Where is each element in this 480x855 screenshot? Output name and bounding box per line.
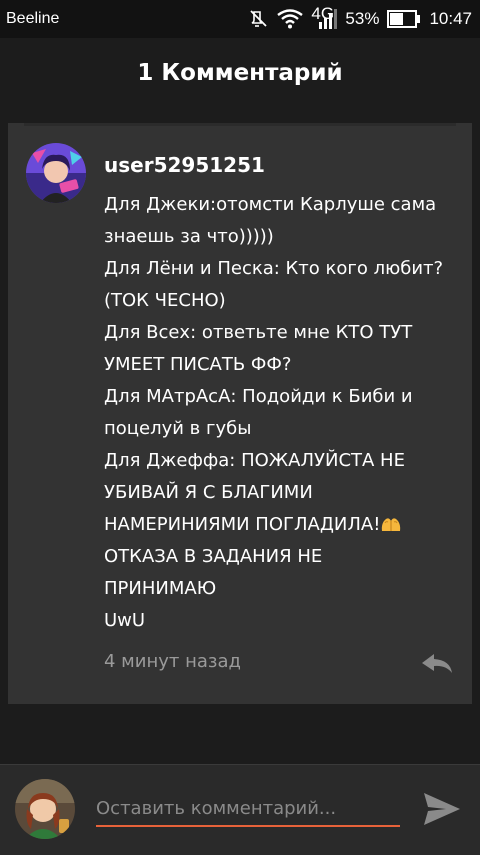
- my-avatar-image: [15, 779, 75, 839]
- user-avatar-image: [26, 143, 86, 203]
- pleading-hands-icon: [382, 518, 401, 531]
- page-title: 1 Комментарий: [137, 60, 343, 86]
- comment-compose-bar: [0, 764, 480, 855]
- comment-line: Для Всех: ответьте мне КТО ТУТ: [104, 322, 413, 343]
- comment-input[interactable]: [96, 791, 400, 827]
- carrier-name: Beeline: [6, 10, 60, 27]
- comment-line: знаешь за что))))): [104, 226, 274, 247]
- my-avatar[interactable]: [15, 779, 75, 839]
- battery-icon: [387, 10, 421, 28]
- clock: 10:47: [429, 9, 472, 28]
- comment-line: УБИВАЙ Я С БЛАГИМИ: [104, 482, 313, 503]
- comment-line: Для МАтрАсА: Подойди к Биби и: [104, 386, 413, 407]
- comment-timestamp: 4 минут назад: [104, 651, 241, 672]
- mute-icon: [250, 10, 268, 27]
- comment-line: УМЕЕТ ПИСАТЬ ФФ?: [104, 354, 292, 375]
- comment-line: Для Джеффа: ПОЖАЛУЙСТА НЕ: [104, 450, 405, 471]
- avatar[interactable]: [26, 143, 86, 203]
- comment-line-text: НАМЕРИНИЯМИ ПОГЛАДИЛА!: [104, 514, 381, 535]
- network-indicator: 4G: [311, 4, 338, 30]
- comment-line: ПРИНИМАЮ: [104, 578, 217, 599]
- comment-line: (ТОК ЧЕСНО): [104, 290, 226, 311]
- status-bar: Beeline 4G 53% 10:47: [0, 0, 480, 38]
- header: 1 Комментарий: [0, 38, 480, 108]
- status-icons: 4G 53% 10:47: [249, 4, 472, 30]
- comment-line: поцелуй в губы: [104, 418, 252, 439]
- comment-username[interactable]: user52951251: [104, 153, 265, 177]
- comment-card: user52951251 Для Джеки:отомсти Карлуше с…: [8, 123, 472, 704]
- reply-icon[interactable]: [420, 651, 454, 675]
- comment-line: UwU: [104, 610, 146, 631]
- wifi-icon: [277, 9, 304, 29]
- comment-line-with-emoji: НАМЕРИНИЯМИ ПОГЛАДИЛА!: [104, 509, 464, 541]
- battery-percent: 53%: [345, 9, 380, 28]
- comment-line: Для Лёни и Песка: Кто кого любит?: [104, 258, 444, 279]
- signal-icon: [319, 9, 338, 29]
- send-button[interactable]: [420, 787, 464, 831]
- comment-line: Для Джеки:отомсти Карлуше сама: [104, 194, 437, 215]
- comment-text: Для Джеки:отомсти Карлуше сама знаешь за…: [104, 189, 464, 637]
- card-divider: [24, 123, 456, 126]
- send-icon: [424, 793, 460, 825]
- comment-line: ОТКАЗА В ЗАДАНИЯ НЕ: [104, 546, 323, 567]
